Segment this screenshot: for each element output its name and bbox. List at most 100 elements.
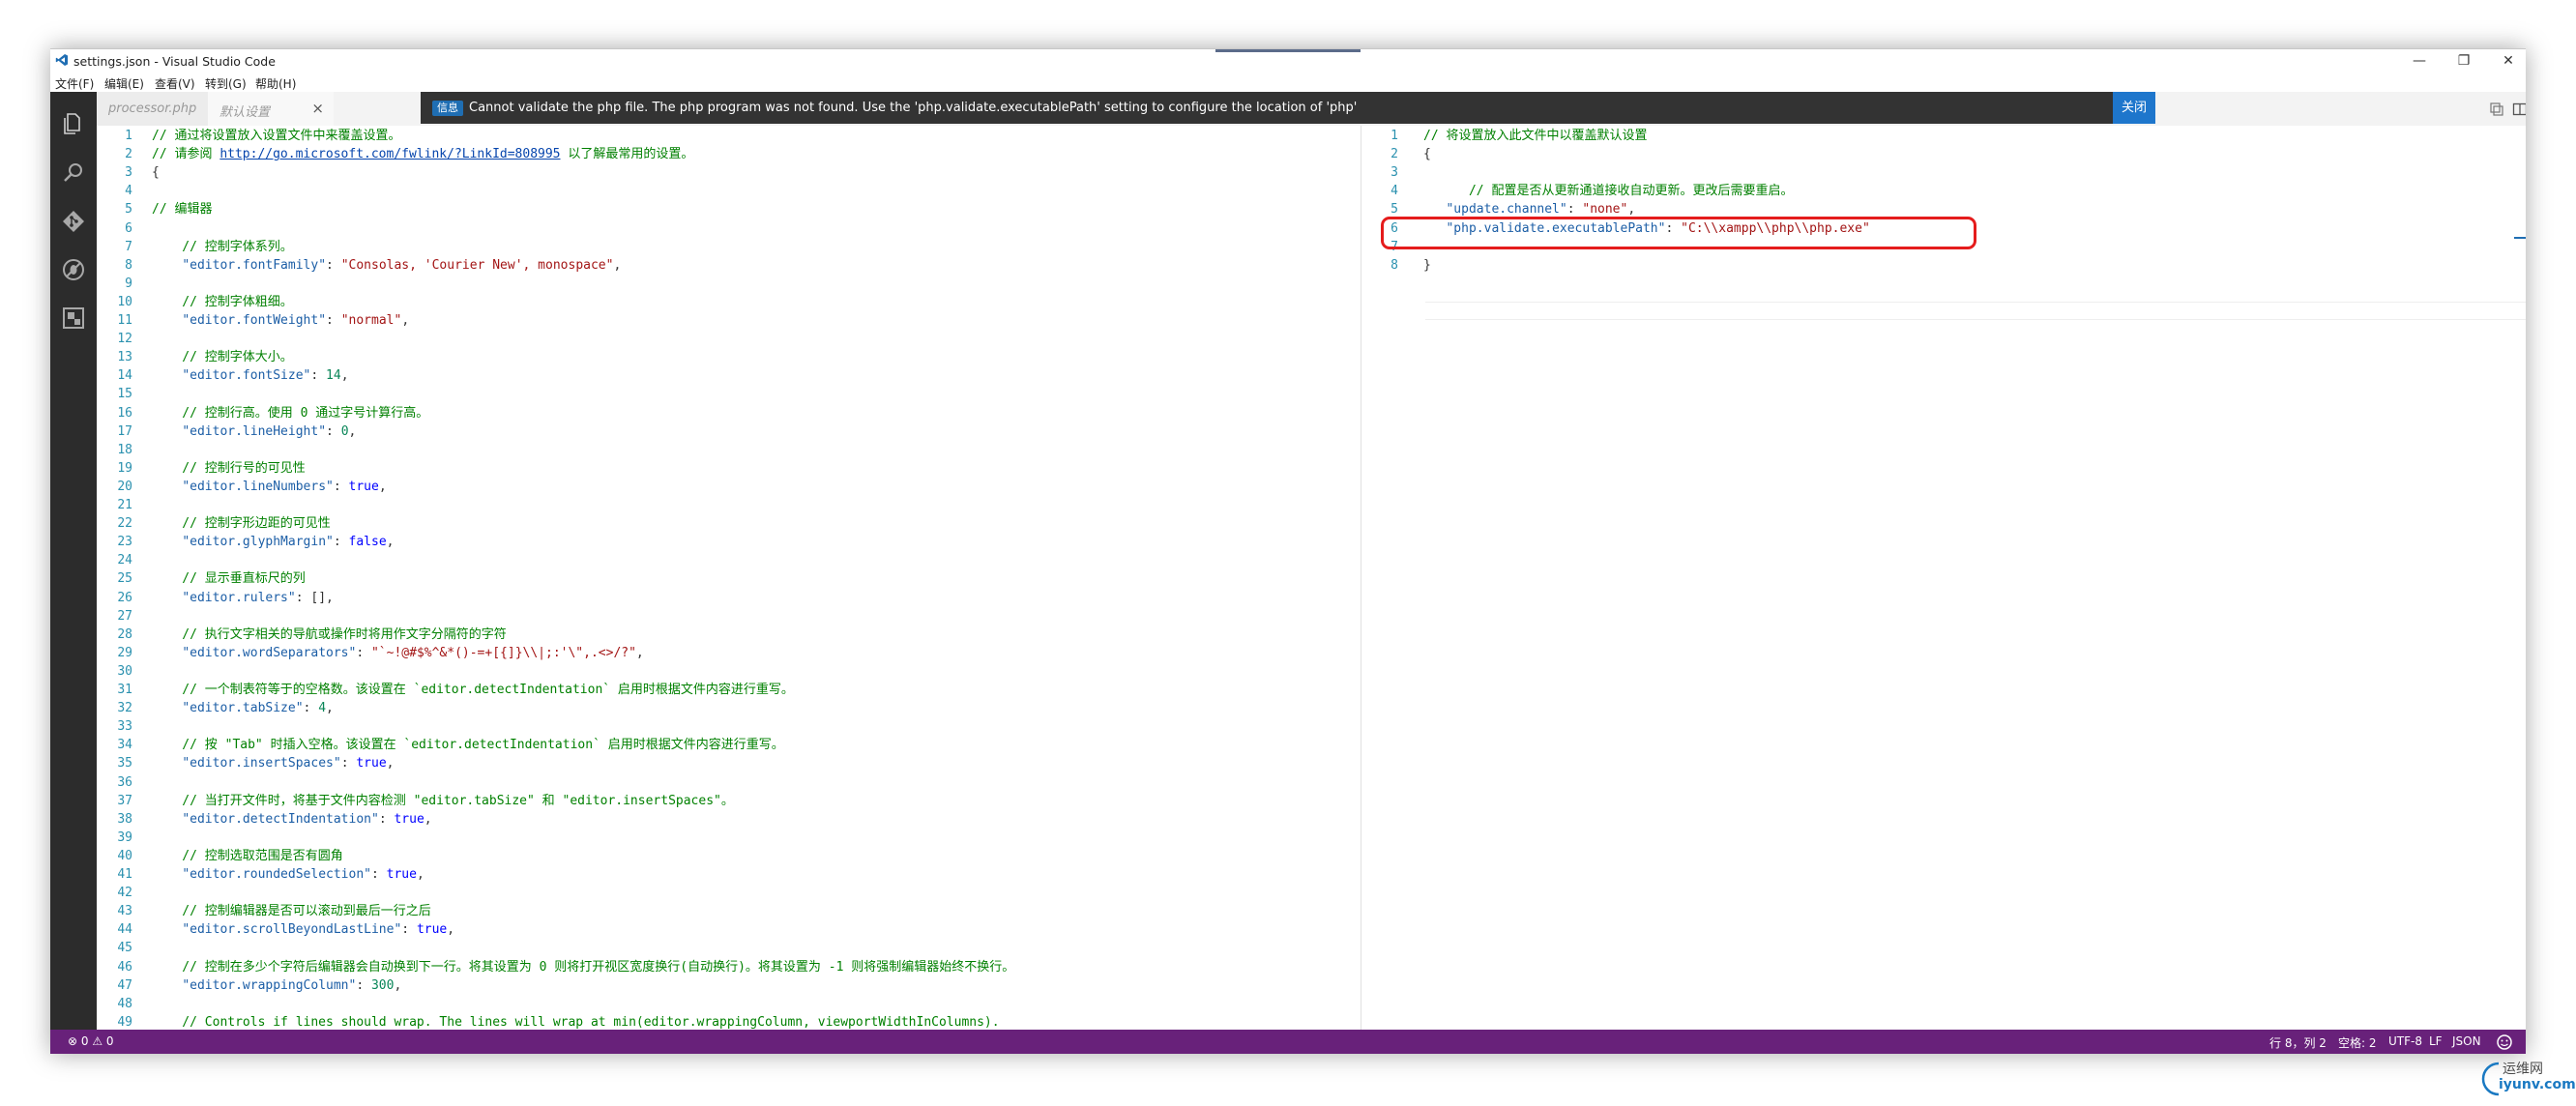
code-line[interactable]: 20 "editor.lineNumbers": true,	[97, 478, 1361, 496]
code-line[interactable]: 39	[97, 829, 1361, 847]
problems-indicator[interactable]: ⊗ 0 ⚠ 0	[68, 1034, 114, 1048]
code-line[interactable]: 3	[1361, 163, 2526, 182]
code-token: "`~!@#$%^&*()-=+[{]}\\|;:'\",.<>/?"	[370, 645, 636, 660]
extensions-icon[interactable]	[60, 305, 87, 332]
code-line[interactable]: 44 "editor.scrollBeyondLastLine": true,	[97, 920, 1361, 939]
window-title: settings.json - Visual Studio Code	[73, 54, 276, 69]
default-settings-editor[interactable]: 1 // 通过将设置放入设置文件中来覆盖设置。 2 // 请参阅 http://go.…	[97, 126, 1361, 1030]
feedback-icon[interactable]	[2495, 1033, 2514, 1052]
code-line[interactable]: 18	[97, 441, 1361, 459]
line-text: // 控制选取范围是否有圆角	[152, 847, 343, 865]
open-preview-icon[interactable]	[2489, 102, 2504, 117]
code-token: ,	[447, 922, 455, 938]
debug-icon[interactable]	[60, 256, 87, 283]
user-settings-editor[interactable]: 1// 将设置放入此文件中以覆盖默认设置 2{3 4 // 配置是否从更新通道接收自…	[1361, 126, 2526, 1030]
tab-default-settings[interactable]: 默认设置 ×	[208, 92, 334, 126]
code-line[interactable]: 28 // 执行文字相关的导航或操作时将用作文字分隔符的字符	[97, 626, 1361, 644]
code-line[interactable]: 1 // 将设置放入此文件中以覆盖默认设置	[1361, 127, 2526, 145]
code-token: {	[1423, 147, 1431, 162]
code-line[interactable]: 48	[97, 995, 1361, 1013]
code-line[interactable]: 33	[97, 717, 1361, 736]
settings-link[interactable]: http://go.microsoft.com/fwlink/?LinkId=8…	[220, 147, 560, 161]
menu-help[interactable]: 帮助(H)	[255, 75, 296, 92]
tab-processor-php[interactable]: processor.php	[97, 92, 208, 126]
code-line[interactable]: 29 "editor.wordSeparators": "`~!@#$%^&*(…	[97, 644, 1361, 662]
line-number: 16	[117, 405, 132, 421]
code-line[interactable]: 21	[97, 496, 1361, 514]
explorer-icon[interactable]	[60, 109, 87, 136]
line-number: 10	[117, 294, 132, 309]
code-token: :	[326, 423, 341, 439]
code-line[interactable]: 4 // 配置是否从更新通道接收自动更新。更改后需要重启。	[1361, 182, 2526, 200]
code-line[interactable]: 2{	[1361, 145, 2526, 163]
indentation-status[interactable]: 空格: 2	[2338, 1034, 2377, 1051]
line-text: // 执行文字相关的导航或操作时将用作文字分隔符的字符	[152, 626, 507, 644]
code-line[interactable]: 31 // 一个制表符等于的空格数。该设置在 `editor.detectInd…	[97, 681, 1361, 699]
line-text: "editor.insertSpaces": true,	[152, 754, 394, 772]
code-line[interactable]: 34 // 按 "Tab" 时插入空格。该设置在 `editor.detectI…	[97, 736, 1361, 754]
code-line[interactable]: 10 // 控制字体粗细。	[97, 293, 1361, 311]
code-line[interactable]: 16 // 控制行高。使用 0 通过字号计算行高。	[97, 404, 1361, 422]
code-line[interactable]: 1 // 通过将设置放入设置文件中来覆盖设置。	[97, 127, 1361, 145]
search-icon[interactable]	[60, 160, 87, 187]
code-line[interactable]: 9	[97, 275, 1361, 293]
code-line[interactable]: 30	[97, 662, 1361, 681]
code-line[interactable]: 27	[97, 607, 1361, 626]
code-line[interactable]: 40 // 控制选取范围是否有圆角	[97, 847, 1361, 865]
code-line[interactable]: 19 // 控制行号的可见性	[97, 459, 1361, 478]
code-line[interactable]: 49 // Controls if lines should wrap. The…	[97, 1013, 1361, 1030]
code-line[interactable]: 6	[97, 219, 1361, 238]
split-editor-icon[interactable]	[2512, 102, 2526, 117]
eol-status[interactable]: LF	[2429, 1034, 2443, 1048]
code-token: ,	[394, 977, 402, 993]
code-line[interactable]: 2 // 请参阅 http://go.microsoft.com/fwlink/?…	[97, 145, 1361, 163]
code-line[interactable]: 15	[97, 385, 1361, 403]
code-line[interactable]: 32 "editor.tabSize": 4,	[97, 699, 1361, 717]
tab-close-icon[interactable]: ×	[311, 100, 324, 117]
code-line[interactable]: 12	[97, 330, 1361, 348]
line-text: // 请参阅 http://go.microsoft.com/fwlink/?L…	[152, 145, 693, 163]
close-window-button[interactable]: ✕	[2494, 51, 2523, 71]
code-line[interactable]: 35 "editor.insertSpaces": true,	[97, 754, 1361, 772]
code-line[interactable]: 14 "editor.fontSize": 14,	[97, 366, 1361, 385]
code-line[interactable]: 37 // 当打开文件时，将基于文件内容检测 "editor.tabSize" …	[97, 792, 1361, 810]
minimize-button[interactable]: —	[2405, 51, 2434, 71]
restore-button[interactable]: ❐	[2449, 51, 2478, 71]
code-token: // 编辑器	[152, 202, 213, 218]
menu-view[interactable]: 查看(V)	[155, 75, 195, 92]
cursor-position[interactable]: 行 8，列 2	[2269, 1034, 2327, 1051]
code-line[interactable]: 8 "editor.fontFamily": "Consolas, 'Couri…	[97, 256, 1361, 275]
scrollbar-marker[interactable]	[2514, 237, 2526, 239]
code-line[interactable]: 24	[97, 551, 1361, 569]
code-line[interactable]: 45	[97, 939, 1361, 957]
code-line[interactable]: 38 "editor.detectIndentation": true,	[97, 810, 1361, 829]
code-line[interactable]: 43 // 控制编辑器是否可以滚动到最后一行之后	[97, 902, 1361, 920]
code-line[interactable]: 41 "editor.roundedSelection": true,	[97, 865, 1361, 884]
code-line[interactable]: 25 // 显示垂直标尺的列	[97, 569, 1361, 588]
code-line[interactable]: 7 // 控制字体系列。	[97, 238, 1361, 256]
notification-close-button[interactable]: 关闭	[2113, 92, 2155, 124]
code-line[interactable]: 3{	[97, 163, 1361, 182]
code-line[interactable]: 47 "editor.wrappingColumn": 300,	[97, 976, 1361, 995]
code-line[interactable]: 46 // 控制在多少个字符后编辑器会自动换到下一行。将其设置为 0 则将打开视…	[97, 958, 1361, 976]
code-line[interactable]: 4	[97, 182, 1361, 200]
menu-edit[interactable]: 编辑(E)	[104, 75, 144, 92]
encoding-status[interactable]: UTF-8	[2388, 1034, 2422, 1048]
line-number: 18	[117, 442, 132, 457]
menu-file[interactable]: 文件(F)	[55, 75, 94, 92]
code-line[interactable]: 17 "editor.lineHeight": 0,	[97, 422, 1361, 441]
code-line[interactable]: 8}	[1361, 256, 2526, 275]
line-text: "editor.fontWeight": "normal",	[152, 311, 409, 330]
code-line[interactable]: 22 // 控制字形边距的可见性	[97, 514, 1361, 533]
code-line[interactable]: 11 "editor.fontWeight": "normal",	[97, 311, 1361, 330]
code-line[interactable]: 26 "editor.rulers": [],	[97, 589, 1361, 607]
code-line[interactable]: 23 "editor.glyphMargin": false,	[97, 533, 1361, 551]
code-line[interactable]: 36	[97, 773, 1361, 792]
code-line[interactable]: 13 // 控制字体大小。	[97, 348, 1361, 366]
menu-goto[interactable]: 转到(G)	[205, 75, 247, 92]
line-number: 12	[117, 332, 132, 347]
source-control-icon[interactable]	[60, 208, 87, 235]
code-line[interactable]: 5 // 编辑器	[97, 200, 1361, 218]
code-line[interactable]: 42	[97, 884, 1361, 902]
language-status[interactable]: JSON	[2452, 1034, 2481, 1048]
